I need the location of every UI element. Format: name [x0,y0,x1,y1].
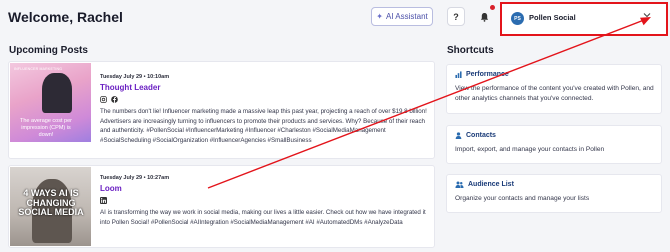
post-networks [100,197,428,204]
shortcut-header: Contacts [455,132,496,139]
thumbnail-caption: 4 WAYS AI IS CHANGING SOCIAL MEDIA [18,188,84,217]
post-text: The numbers don't lie! Influencer market… [100,108,427,144]
shortcut-title[interactable]: Performance [466,71,509,78]
shortcuts-title: Shortcuts [447,45,494,56]
shortcut-title[interactable]: Audience List [468,181,514,188]
post-title[interactable]: Thought Leader [100,83,428,92]
linkedin-icon [100,197,107,204]
shortcut-description: Organize your contacts and manage your l… [455,195,590,202]
instagram-icon [100,96,107,103]
shortcut-header: Audience List [455,181,514,188]
person-icon [455,132,462,139]
post-body: Tuesday July 29 • 10:10am Thought Leader… [100,74,428,145]
post-body: Tuesday July 29 • 10:27am Loom AI is tra… [100,175,428,227]
top-bar: Welcome, Rachel ✦ AI Assistant ? PS Poll… [0,0,670,36]
people-icon [455,181,464,188]
shortcut-audience-list[interactable]: Audience List Organize your contacts and… [446,174,662,213]
ai-assistant-button[interactable]: ✦ AI Assistant [371,7,433,26]
post-date: Tuesday July 29 • 10:27am [100,175,170,181]
notification-badge [490,5,495,10]
bar-chart-icon [455,71,462,78]
post-thumbnail[interactable]: INFLUENCER MARKETING The average cost pe… [10,63,91,142]
upcoming-posts-title: Upcoming Posts [9,45,88,56]
account-switcher[interactable]: PS Pollen Social [500,2,668,36]
ai-assistant-label: AI Assistant [385,12,428,21]
help-button[interactable]: ? [447,7,465,26]
post-date: Tuesday July 29 • 10:10am [100,74,170,80]
shortcut-description: View the performance of the content you'… [455,85,654,102]
post-title[interactable]: Loom [100,184,428,193]
bell-icon [480,12,488,22]
sparkle-icon: ✦ [376,12,383,21]
account-avatar: PS [511,12,524,25]
shortcut-title[interactable]: Contacts [466,132,496,139]
shortcut-header: Performance [455,71,509,78]
post-thumbnail[interactable]: 4 WAYS AI IS CHANGING SOCIAL MEDIA [10,167,91,246]
post-text: AI is transforming the way we work in so… [100,209,426,226]
thumbnail-caption: The average cost per impression (CPM) is… [20,118,72,138]
thumbnail-figure [42,73,72,113]
post-networks [100,96,428,103]
shortcut-performance[interactable]: Performance View the performance of the … [446,64,662,114]
chevron-down-icon[interactable] [642,10,652,20]
shortcut-contacts[interactable]: Contacts Import, export, and manage your… [446,125,662,164]
welcome-heading: Welcome, Rachel [8,9,123,25]
account-name: Pollen Social [529,13,576,22]
facebook-icon [111,96,118,103]
post-card[interactable]: INFLUENCER MARKETING The average cost pe… [8,61,435,159]
shortcut-description: Import, export, and manage your contacts… [455,146,605,153]
post-card[interactable]: 4 WAYS AI IS CHANGING SOCIAL MEDIA Tuesd… [8,165,435,248]
thumbnail-tag: INFLUENCER MARKETING [14,67,63,71]
notifications-button[interactable] [475,7,493,26]
